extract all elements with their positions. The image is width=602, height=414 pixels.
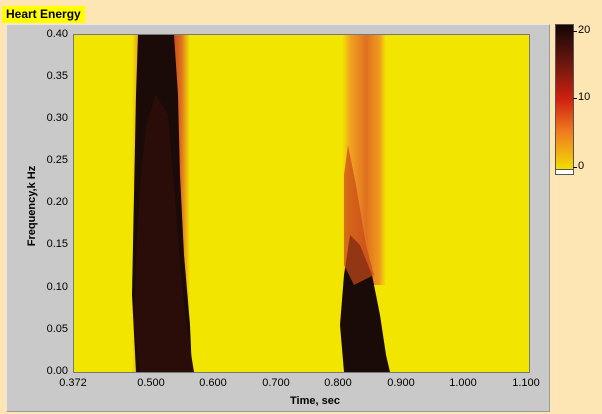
spectrogram-svg [74,35,529,372]
x-tick-label: 0.900 [387,377,415,389]
y-tick-label: 0.40 [46,28,68,40]
x-axis-title: Time, sec [290,395,340,407]
colorbar-tick-label: 20 [578,24,591,36]
colorbar-tick-label: 0 [578,160,585,172]
x-tick-label: 0.800 [324,377,352,389]
x-tick-label: 0.700 [262,377,290,389]
y-tick-label: 0.15 [46,238,68,250]
y-tick-label: 0.35 [46,70,68,82]
y-axis-title: Frequency,k Hz [26,165,38,247]
y-tick-label: 0.00 [46,365,68,377]
colorbar-min-marker[interactable] [555,169,574,175]
colorbar[interactable] [555,24,574,174]
y-tick-label: 0.10 [46,281,68,293]
x-tick-label: 0.600 [199,377,227,389]
y-tick-label: 0.25 [46,154,68,166]
x-tick-label: 1.000 [449,377,477,389]
x-tick-label: 0.372 [59,377,87,389]
y-tick-label: 0.30 [46,112,68,124]
y-tick-label: 0.05 [46,323,68,335]
x-tick-label: 0.500 [137,377,165,389]
chart-title: Heart Energy [2,6,85,23]
colorbar-gradient [556,25,573,173]
x-tick-label: 1.100 [512,377,540,389]
spectrogram-plot[interactable] [73,34,530,373]
colorbar-tick-label: 10 [578,91,591,103]
y-tick-label: 0.20 [46,196,68,208]
